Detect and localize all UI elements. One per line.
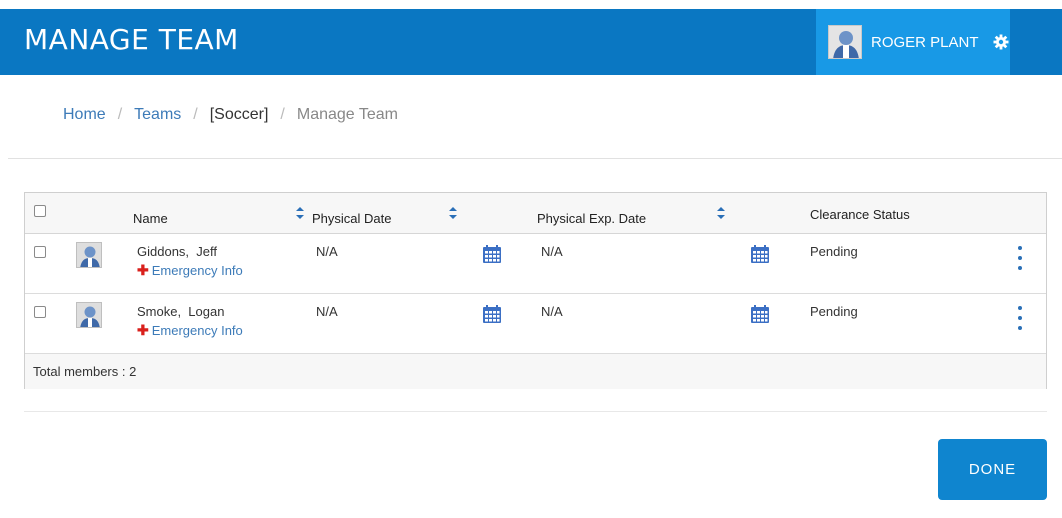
breadcrumb-separator: / [193,106,198,123]
row-actions-menu-icon[interactable] [1016,306,1024,334]
row-checkbox[interactable] [34,246,46,258]
column-physical-date: Physical Date [312,211,392,226]
page-title: MANAGE TEAM [24,23,239,56]
emergency-info-label: Emergency Info [151,323,243,338]
table-row: Giddons, Jeff ✚ Emergency Info N/A N/A P… [25,234,1046,294]
sort-name-icon[interactable] [295,206,305,220]
member-name: Giddons, Jeff [137,244,217,259]
calendar-icon[interactable] [482,244,502,264]
member-name: Smoke, Logan [137,304,225,319]
column-name: Name [133,211,168,226]
table-header: Name Physical Date Physical Exp. Date Cl… [25,193,1046,234]
select-all-checkbox[interactable] [34,205,46,217]
top-bar: MANAGE TEAM ROGER PLANT [0,9,1062,75]
member-avatar [76,242,102,268]
emergency-info-label: Emergency Info [151,263,243,278]
breadcrumb-separator: / [117,106,123,123]
physical-date-value: N/A [316,304,338,319]
calendar-icon[interactable] [750,304,770,324]
clearance-status-value: Pending [810,304,858,319]
calendar-icon[interactable] [750,244,770,264]
sort-physical-exp-date-icon[interactable] [716,206,726,220]
member-avatar [76,302,102,328]
medical-cross-icon: ✚ [137,322,149,338]
emergency-info-link[interactable]: ✚ Emergency Info [137,322,243,339]
breadcrumb-separator: / [280,106,285,123]
emergency-info-link[interactable]: ✚ Emergency Info [137,262,243,279]
sort-physical-date-icon[interactable] [448,206,458,220]
column-physical-exp-date: Physical Exp. Date [537,211,647,226]
medical-cross-icon: ✚ [137,262,149,278]
divider [8,158,1062,159]
gear-icon[interactable] [993,34,1009,50]
breadcrumb-team: [Soccer] [209,106,269,123]
physical-date-value: N/A [316,244,338,259]
table-footer: Total members : 2 [25,354,1046,389]
divider [24,411,1047,412]
physical-exp-date-value: N/A [541,304,563,319]
total-members: Total members : 2 [33,364,137,379]
row-actions-menu-icon[interactable] [1016,246,1024,274]
members-table: Name Physical Date Physical Exp. Date Cl… [24,192,1047,389]
breadcrumb-home[interactable]: Home [63,106,106,124]
column-clearance-status: Clearance Status [810,207,910,222]
physical-exp-date-value: N/A [541,244,563,259]
clearance-status-value: Pending [810,244,858,259]
user-avatar [828,25,862,59]
calendar-icon[interactable] [482,304,502,324]
row-checkbox[interactable] [34,306,46,318]
done-button[interactable]: DONE [938,439,1047,500]
breadcrumb-current: Manage Team [296,106,398,123]
table-row: Smoke, Logan ✚ Emergency Info N/A N/A Pe… [25,294,1046,354]
breadcrumb-teams[interactable]: Teams [134,106,181,124]
breadcrumb: Home / Teams / [Soccer] / Manage Team [63,106,398,124]
user-name: ROGER PLANT [871,33,979,51]
user-menu[interactable]: ROGER PLANT [816,9,1010,75]
